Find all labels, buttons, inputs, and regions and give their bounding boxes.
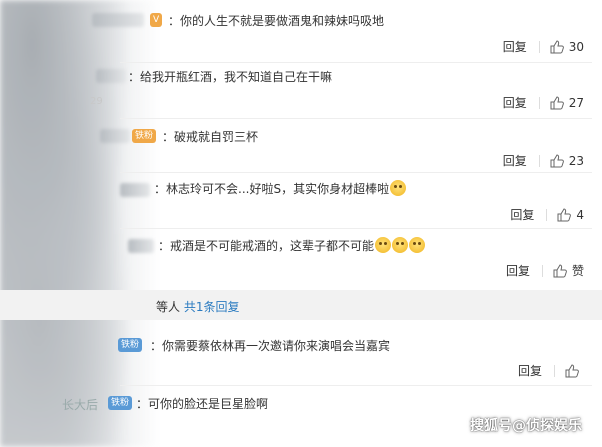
comment-item: 铁粉 ：你需要蔡依林再一次邀请你来演唱会当嘉宾 回复 xyxy=(0,330,602,380)
comment-text: ：破戒就自罚三杯 xyxy=(162,130,259,144)
like-count: 4 xyxy=(576,207,584,222)
comment-actions: 回复 赞 xyxy=(506,262,584,279)
thumbs-up-icon[interactable] xyxy=(553,263,567,278)
comment-item: 29 ：给我开瓶红酒，我不知道自己在干嘛 回复 27 xyxy=(0,64,602,114)
like-count: 30 xyxy=(568,39,584,54)
comment-actions: 回复 27 xyxy=(503,94,584,111)
like-count: 27 xyxy=(568,95,584,110)
reply-button[interactable]: 回复 xyxy=(518,362,542,379)
emoji-icon xyxy=(392,237,409,253)
faded-number: 29 xyxy=(90,96,103,107)
fan-badge: 铁粉 xyxy=(108,396,133,410)
divider xyxy=(120,228,592,229)
reply-button[interactable]: 回复 xyxy=(506,262,530,279)
comment-item: 铁粉 ：破戒就自罚三杯 回复 23 xyxy=(0,124,602,174)
like-label: 赞 xyxy=(571,264,584,278)
thumbs-up-icon[interactable] xyxy=(550,39,564,54)
comment-actions: 回复 30 xyxy=(503,38,584,55)
comment-actions: 回复 xyxy=(518,362,584,379)
separator xyxy=(538,40,540,53)
comment-text: ：林志玲可不会...好啦S，其实你身材超棒啦 xyxy=(154,180,407,197)
separator xyxy=(546,208,548,221)
separator xyxy=(554,364,555,377)
divider xyxy=(120,118,592,119)
comment-text: ：你需要蔡依林再一次邀请你来演唱会当嘉宾 xyxy=(150,339,391,353)
watermark: 搜狐号@侦探娱乐 xyxy=(470,418,582,434)
more-replies-label: 等人 共1条回复 xyxy=(156,300,240,314)
divider xyxy=(120,62,592,63)
thumbs-up-icon[interactable] xyxy=(550,153,564,168)
comment-text: ：可你的脸还是巨星脸啊 xyxy=(136,397,269,411)
comment-text: ：你的人生不就是要做酒鬼和辣妹吗吸地 xyxy=(168,14,385,28)
vip-badge: V xyxy=(150,13,163,27)
username-blurred xyxy=(120,183,150,197)
separator xyxy=(538,96,540,109)
emoji-icon xyxy=(409,237,426,253)
username-blurred xyxy=(100,129,130,143)
reply-button[interactable]: 回复 xyxy=(503,152,527,169)
fan-badge: 铁粉 xyxy=(118,338,143,352)
thumbs-up-icon[interactable] xyxy=(550,95,564,110)
comment-text: ：戒酒是不可能戒酒的，这辈子都不可能 xyxy=(158,237,426,254)
separator xyxy=(538,154,540,167)
fan-badge: 铁粉 xyxy=(132,129,157,143)
like-count: 23 xyxy=(568,153,584,168)
emoji-icon xyxy=(390,180,407,196)
username-blurred xyxy=(96,69,126,83)
comment-item: V ：你的人生不就是要做酒鬼和辣妹吗吸地 回复 30 xyxy=(0,8,602,58)
comment-actions: 回复 23 xyxy=(503,152,584,169)
thumbs-up-icon[interactable] xyxy=(557,207,572,222)
more-replies-bar[interactable]: 等人 共1条回复 xyxy=(0,290,602,320)
reply-count-link[interactable]: 共1条回复 xyxy=(184,300,240,314)
username-blurred xyxy=(92,13,144,27)
username-blurred xyxy=(128,239,154,253)
comment-text: ：给我开瓶红酒，我不知道自己在干嘛 xyxy=(128,70,333,84)
reply-button[interactable]: 回复 xyxy=(503,38,527,55)
reply-button[interactable]: 回复 xyxy=(503,94,527,111)
thumbs-up-icon[interactable] xyxy=(565,363,579,378)
username-fragment: 长大后 xyxy=(62,398,99,412)
separator xyxy=(541,264,543,277)
reply-button[interactable]: 回复 xyxy=(510,206,534,223)
comment-item: ：林志玲可不会...好啦S，其实你身材超棒啦 回复 4 xyxy=(0,178,602,228)
divider xyxy=(120,172,592,173)
comment-item: ：戒酒是不可能戒酒的，这辈子都不可能 回复 赞 xyxy=(0,234,602,284)
comment-actions: 回复 4 xyxy=(510,206,584,223)
emoji-icon xyxy=(375,237,392,253)
divider xyxy=(120,385,592,386)
